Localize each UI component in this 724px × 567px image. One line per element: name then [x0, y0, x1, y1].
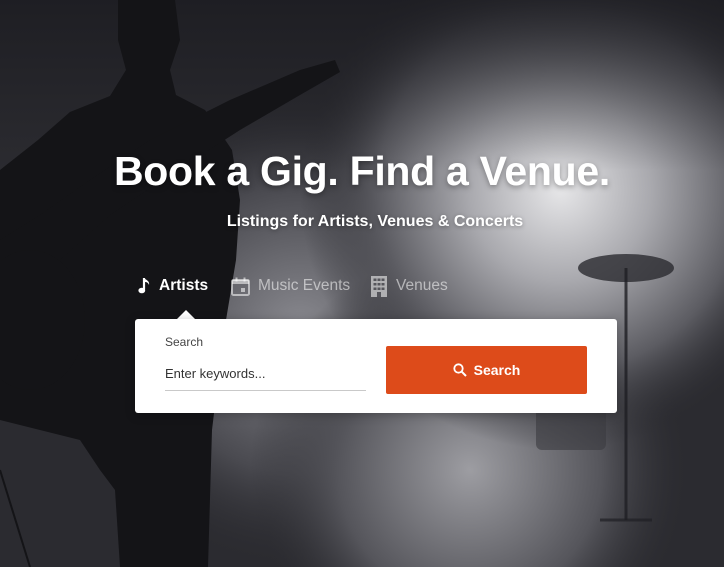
- calendar-icon: [231, 277, 250, 296]
- tab-music-events[interactable]: Music Events: [231, 272, 350, 300]
- search-label: Search: [165, 335, 204, 349]
- hero-section: Book a Gig. Find a Venue. Listings for A…: [0, 0, 724, 567]
- hero-subtitle: Listings for Artists, Venues & Concerts: [226, 213, 524, 230]
- tab-venues-label: Venues: [396, 277, 448, 294]
- search-input[interactable]: [165, 357, 366, 391]
- tab-artists[interactable]: Artists: [138, 272, 208, 300]
- search-icon: [453, 363, 467, 377]
- music-note-icon: [138, 277, 151, 295]
- concert-background-image: [0, 0, 724, 567]
- tab-music-events-label: Music Events: [258, 277, 351, 294]
- tab-venues[interactable]: Venues: [370, 272, 448, 300]
- search-button-label: Search: [473, 362, 521, 378]
- hero-title: Book a Gig. Find a Venue.: [114, 148, 610, 194]
- search-button[interactable]: Search: [386, 346, 587, 394]
- building-icon: [370, 275, 388, 297]
- active-tab-indicator: [177, 310, 195, 319]
- tab-artists-label: Artists: [159, 277, 209, 294]
- search-card: Search Search: [135, 319, 617, 413]
